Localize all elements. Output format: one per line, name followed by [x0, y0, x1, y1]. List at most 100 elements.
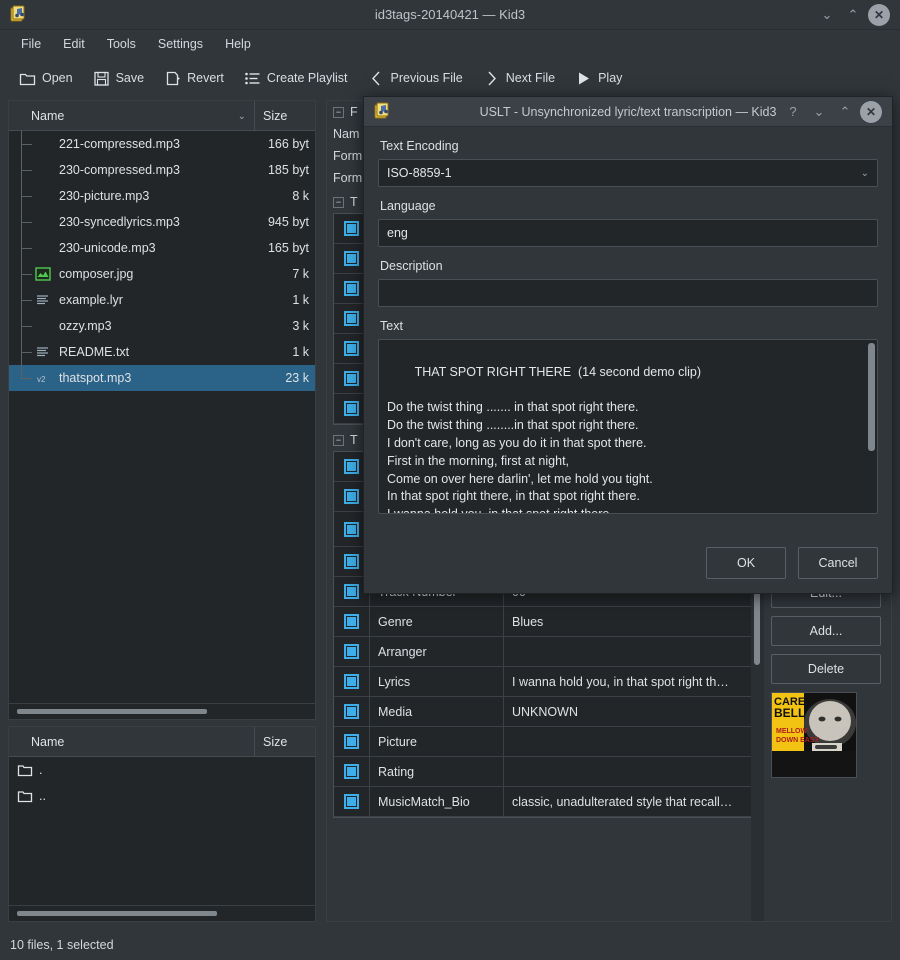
file-list-item[interactable]: composer.jpg 7 k	[9, 261, 315, 287]
title-bar: id3tags-20140421 — Kid3 ⌄ ⌃ ✕	[0, 0, 900, 30]
menu-tools[interactable]: Tools	[98, 34, 145, 54]
field-value[interactable]: Blues	[504, 607, 756, 636]
file-list-item[interactable]: 230-unicode.mp3 165 byt	[9, 235, 315, 261]
file-list-item[interactable]: ozzy.mp3 3 k	[9, 313, 315, 339]
revert-button[interactable]: Revert	[155, 66, 233, 91]
minimize-button[interactable]: ⌄	[816, 4, 838, 26]
maximize-button[interactable]: ⌃	[842, 4, 864, 26]
table-row[interactable]: Genre Blues	[334, 607, 756, 637]
table-row[interactable]: Picture	[334, 727, 756, 757]
dir-column-header-size-label: Size	[263, 734, 288, 749]
file-size: 23 k	[285, 371, 309, 385]
file-list-item[interactable]: README.txt 1 k	[9, 339, 315, 365]
next-file-button[interactable]: Next File	[474, 66, 564, 91]
field-name: Genre	[370, 607, 504, 636]
lyrics-scrollbar[interactable]	[868, 343, 875, 510]
dialog-minimize-button[interactable]: ⌄	[808, 101, 830, 123]
open-label: Open	[42, 71, 73, 85]
cancel-button[interactable]: Cancel	[798, 547, 878, 579]
directory-list-hscrollbar-thumb[interactable]	[17, 911, 217, 916]
lyrics-text: THAT SPOT RIGHT THERE (14 second demo cl…	[387, 364, 701, 513]
tree-branch	[21, 300, 32, 301]
field-name: Lyrics	[370, 667, 504, 696]
field-value[interactable]	[504, 637, 756, 666]
dialog-close-button[interactable]: ✕	[860, 100, 882, 123]
file-list-item[interactable]: v2 thatspot.mp3 23 k	[9, 365, 315, 391]
row-checkbox[interactable]	[334, 727, 370, 756]
collapse-icon[interactable]: −	[333, 196, 344, 208]
menu-file[interactable]: File	[12, 34, 50, 54]
create-playlist-button[interactable]: Create Playlist	[235, 66, 357, 91]
field-value[interactable]: classic, unadulterated style that recall…	[504, 787, 756, 816]
file-list-hscrollbar-thumb[interactable]	[17, 709, 207, 714]
text-icon	[35, 344, 51, 360]
column-header-size[interactable]: Size	[255, 101, 315, 130]
directory-list-hscrollbar[interactable]	[9, 905, 315, 921]
directory-list[interactable]: ...	[9, 757, 315, 905]
toolbar: Open Save Revert Create Playlist Previou…	[0, 58, 900, 98]
checkbox-icon	[344, 614, 359, 629]
directory-list-item[interactable]: ..	[9, 783, 315, 809]
lyrics-scrollbar-thumb[interactable]	[868, 343, 875, 451]
dialog-body: Text Encoding ISO-8859-1 ⌄ Language eng …	[364, 127, 892, 514]
menu-edit[interactable]: Edit	[54, 34, 94, 54]
lyrics-textarea[interactable]: THAT SPOT RIGHT THERE (14 second demo cl…	[378, 339, 878, 514]
language-input[interactable]: eng	[378, 219, 878, 247]
play-button[interactable]: Play	[566, 66, 631, 91]
collapse-icon[interactable]: −	[333, 434, 344, 446]
text-encoding-select[interactable]: ISO-8859-1 ⌄	[378, 159, 878, 187]
field-value[interactable]	[504, 727, 756, 756]
directory-name: .	[39, 763, 43, 777]
row-checkbox[interactable]	[334, 667, 370, 696]
dir-column-header-name-label: Name	[31, 734, 65, 749]
file-list-item[interactable]: 230-syncedlyrics.mp3 945 byt	[9, 209, 315, 235]
row-checkbox[interactable]	[334, 637, 370, 666]
ok-button[interactable]: OK	[706, 547, 786, 579]
row-checkbox[interactable]	[334, 757, 370, 786]
svg-text:BELL: BELL	[774, 706, 805, 720]
description-input[interactable]	[378, 279, 878, 307]
dir-column-header-name[interactable]: Name	[9, 727, 255, 756]
tag1-section-title: T	[350, 195, 358, 209]
field-value[interactable]	[504, 757, 756, 786]
close-button[interactable]: ✕	[868, 3, 890, 26]
table-row[interactable]: Rating	[334, 757, 756, 787]
file-size: 166 byt	[267, 137, 309, 151]
file-list-item[interactable]: 230-compressed.mp3 185 byt	[9, 157, 315, 183]
album-cover-art[interactable]: CAREY BELL MELLOW DOWN EASY	[771, 692, 857, 778]
help-button[interactable]: ?	[782, 101, 804, 123]
column-header-name[interactable]: Name ⌄	[9, 101, 255, 130]
field-name: Picture	[370, 727, 504, 756]
file-list-hscrollbar[interactable]	[9, 703, 315, 719]
file-list[interactable]: 221-compressed.mp3 166 byt 230-compressed.…	[9, 131, 315, 703]
save-button[interactable]: Save	[84, 66, 154, 91]
directory-list-item[interactable]: .	[9, 757, 315, 783]
menu-help[interactable]: Help	[216, 34, 260, 54]
field-value[interactable]: I wanna hold you, in that spot right th…	[504, 667, 756, 696]
table-row[interactable]: Lyrics I wanna hold you, in that spot rig…	[334, 667, 756, 697]
table-row[interactable]: Media UNKNOWN	[334, 697, 756, 727]
tree-branch	[21, 274, 32, 275]
column-header-name-label: Name	[31, 108, 65, 123]
table-row[interactable]: MusicMatch_Bio classic, unadulterated sty…	[334, 787, 756, 817]
collapse-icon[interactable]: −	[333, 106, 344, 118]
checkbox-icon	[344, 644, 359, 659]
open-button[interactable]: Open	[10, 66, 82, 91]
previous-file-button[interactable]: Previous File	[359, 66, 472, 91]
row-checkbox[interactable]	[334, 607, 370, 636]
row-checkbox[interactable]	[334, 787, 370, 816]
row-checkbox[interactable]	[334, 697, 370, 726]
file-list-item[interactable]: 221-compressed.mp3 166 byt	[9, 131, 315, 157]
file-list-item[interactable]: 230-picture.mp3 8 k	[9, 183, 315, 209]
add-button[interactable]: Add...	[771, 616, 881, 646]
delete-button[interactable]: Delete	[771, 654, 881, 684]
table-row[interactable]: Arranger	[334, 637, 756, 667]
menu-settings[interactable]: Settings	[149, 34, 212, 54]
dialog-maximize-button[interactable]: ⌃	[834, 101, 856, 123]
dir-column-header-size[interactable]: Size	[255, 727, 315, 756]
file-list-item[interactable]: example.lyr 1 k	[9, 287, 315, 313]
field-value[interactable]: UNKNOWN	[504, 697, 756, 726]
checkbox-icon	[344, 459, 359, 474]
file-size: 185 byt	[267, 163, 309, 177]
directory-name: ..	[39, 789, 46, 803]
